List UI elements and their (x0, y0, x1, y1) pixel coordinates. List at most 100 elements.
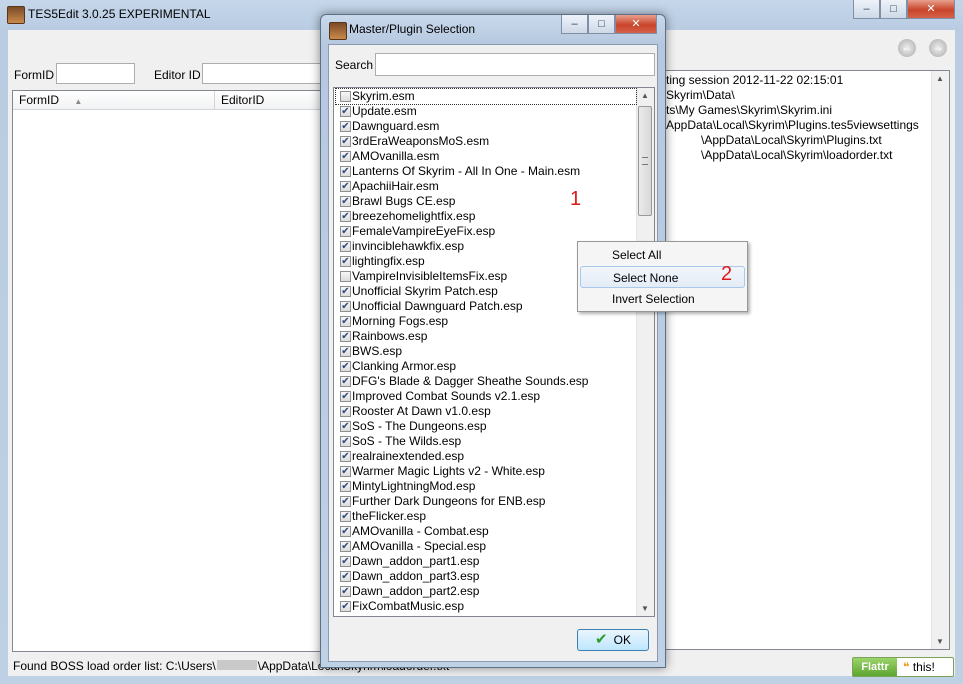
plugin-checkbox[interactable]: ✔ (340, 241, 351, 252)
dialog-maximize-button[interactable]: □ (588, 15, 615, 34)
plugin-name: lightingfix.esp (352, 254, 425, 268)
plugin-checkbox[interactable]: ✔ (340, 391, 351, 402)
plugin-name: Clanking Armor.esp (352, 359, 457, 373)
plugin-checkbox[interactable]: ✔ (340, 151, 351, 162)
plugin-checkbox[interactable]: ✔ (340, 316, 351, 327)
message-log-scrollbar[interactable]: ▲ ▼ (931, 71, 949, 649)
plugin-checkbox[interactable]: ✔ (340, 466, 351, 477)
scroll-up-arrow-icon[interactable]: ▲ (641, 91, 649, 100)
plugin-name: SoS - The Dungeons.esp (352, 419, 487, 433)
plugin-checkbox[interactable]: ✔ (340, 181, 351, 192)
message-line: \AppData\Local\Skyrim\Plugins.txt (701, 133, 882, 147)
message-line: ts\My Games\Skyrim\Skyrim.ini (666, 103, 833, 117)
plugin-name: ApachiiHair.esm (352, 179, 439, 193)
plugin-checkbox[interactable]: ✔ (340, 211, 351, 222)
status-redacted (216, 660, 257, 670)
flattr-this-text: this! (912, 660, 935, 674)
plugin-checkbox[interactable]: ✔ (340, 226, 351, 237)
formid-column-header[interactable]: FormID ▲ (13, 91, 215, 110)
plugin-checkbox[interactable]: ✔ (340, 121, 351, 132)
plugin-name: Warmer Magic Lights v2 - White.esp (352, 464, 545, 478)
plugin-name: DFG's Blade & Dagger Sheathe Sounds.esp (352, 374, 589, 388)
editorid-input[interactable] (202, 63, 328, 84)
plugin-name: AMOvanilla.esm (352, 149, 440, 163)
plugin-checkbox[interactable]: ✔ (340, 541, 351, 552)
scroll-grip-icon (642, 157, 648, 165)
search-input[interactable] (375, 53, 655, 76)
dialog-app-icon (329, 22, 347, 40)
plugin-checkbox[interactable]: ✔ (340, 496, 351, 507)
plugin-checkbox[interactable]: ✔ (340, 106, 351, 117)
plugin-name: realrainextended.esp (352, 449, 465, 463)
menu-item-invert-selection[interactable]: Invert Selection (580, 288, 745, 310)
message-line: \AppData\Local\Skyrim\loadorder.txt (701, 148, 893, 162)
flattr-logo-icon: ❝ (903, 660, 910, 674)
plugin-name: 3rdEraWeaponsMoS.esm (352, 134, 490, 148)
scroll-down-arrow-icon[interactable]: ▼ (936, 637, 944, 646)
plugin-name: Brawl Bugs CE.esp (352, 194, 456, 208)
plugin-checkbox[interactable]: ✔ (340, 361, 351, 372)
flattr-label: Flattr (853, 658, 897, 676)
plugin-checkbox[interactable]: ✔ (340, 406, 351, 417)
dialog-close-button[interactable]: ✕ (615, 15, 657, 34)
plugin-name: Dawn_addon_part1.esp (352, 554, 480, 568)
plugin-checkbox[interactable] (340, 91, 351, 102)
plugin-checkbox[interactable]: ✔ (340, 286, 351, 297)
dialog-minimize-button[interactable]: – (561, 15, 588, 34)
editorid-label: Editor ID (154, 68, 201, 82)
plugin-list-scrollbar[interactable]: ▲ ▼ (636, 88, 654, 616)
scroll-down-arrow-icon[interactable]: ▼ (641, 604, 649, 613)
back-arrow-icon[interactable]: ← (898, 39, 916, 57)
plugin-checkbox[interactable]: ✔ (340, 436, 351, 447)
plugin-checkbox[interactable]: ✔ (340, 601, 351, 612)
plugin-checkbox[interactable]: ✔ (340, 451, 351, 462)
dialog-title: Master/Plugin Selection (349, 22, 476, 36)
plugin-name: FixCombatMusic.esp (352, 599, 465, 613)
scroll-up-arrow-icon[interactable]: ▲ (936, 74, 944, 83)
plugin-checkbox[interactable]: ✔ (340, 196, 351, 207)
plugin-name: Improved Combat Sounds v2.1.esp (352, 389, 541, 403)
plugin-checkbox[interactable]: ✔ (340, 556, 351, 567)
plugin-checkbox[interactable]: ✔ (340, 421, 351, 432)
editorid-column-label: EditorID (221, 93, 265, 107)
plugin-name: AMOvanilla - Special.esp (352, 539, 487, 553)
formid-input[interactable] (56, 63, 135, 84)
plugin-name: breezehomelightfix.esp (352, 209, 476, 223)
scroll-thumb[interactable] (638, 106, 652, 216)
plugin-name: Lanterns Of Skyrim - All In One - Main.e… (352, 164, 581, 178)
plugin-checkbox[interactable]: ✔ (340, 481, 351, 492)
main-window-title: TES5Edit 3.0.25 EXPERIMENTAL (28, 7, 211, 21)
plugin-checkbox[interactable]: ✔ (340, 526, 351, 537)
plugin-name: invinciblehawkfix.esp (352, 239, 465, 253)
message-line: AppData\Local\Skyrim\Plugins.tes5viewset… (666, 118, 919, 132)
plugin-row[interactable]: Skyrim.esm (335, 88, 637, 105)
close-button[interactable]: ✕ (907, 0, 955, 19)
plugin-checkbox[interactable]: ✔ (340, 331, 351, 342)
plugin-name: Further Dark Dungeons for ENB.esp (352, 494, 546, 508)
plugin-checkbox[interactable]: ✔ (340, 571, 351, 582)
plugin-name: Unofficial Dawnguard Patch.esp (352, 299, 523, 313)
plugin-checkbox[interactable]: ✔ (340, 511, 351, 522)
plugin-checkbox[interactable] (340, 271, 351, 282)
message-line: ting session 2012-11-22 02:15:01 (666, 73, 844, 87)
plugin-checkbox[interactable]: ✔ (340, 166, 351, 177)
plugin-checkbox[interactable]: ✔ (340, 586, 351, 597)
plugin-checkbox[interactable]: ✔ (340, 376, 351, 387)
plugin-checkbox[interactable]: ✔ (340, 256, 351, 267)
record-tree[interactable]: FormID ▲ EditorID (12, 90, 330, 652)
plugin-name: Unofficial Skyrim Patch.esp (352, 284, 498, 298)
minimize-button[interactable]: – (853, 0, 880, 19)
plugin-list[interactable]: ▲ ▼ Skyrim.esm ✔ Update.esm ✔ Dawnguard.esm ✔… (333, 87, 655, 617)
editorid-column-header[interactable]: EditorID (215, 91, 329, 110)
ok-button[interactable]: ✔ OK (577, 629, 649, 651)
plugin-checkbox[interactable]: ✔ (340, 346, 351, 357)
plugin-checkbox[interactable]: ✔ (340, 301, 351, 312)
forward-arrow-icon[interactable]: → (929, 39, 947, 57)
message-line: Skyrim\Data\ (666, 88, 735, 102)
maximize-button[interactable]: □ (880, 0, 907, 19)
flattr-button[interactable]: Flattr ❝ this! (852, 657, 954, 677)
plugin-checkbox[interactable]: ✔ (340, 136, 351, 147)
search-label: Search (335, 58, 374, 72)
message-log[interactable]: ting session 2012-11-22 02:15:01 Skyrim\… (663, 70, 950, 650)
plugin-name: MintyLightningMod.esp (352, 479, 476, 493)
